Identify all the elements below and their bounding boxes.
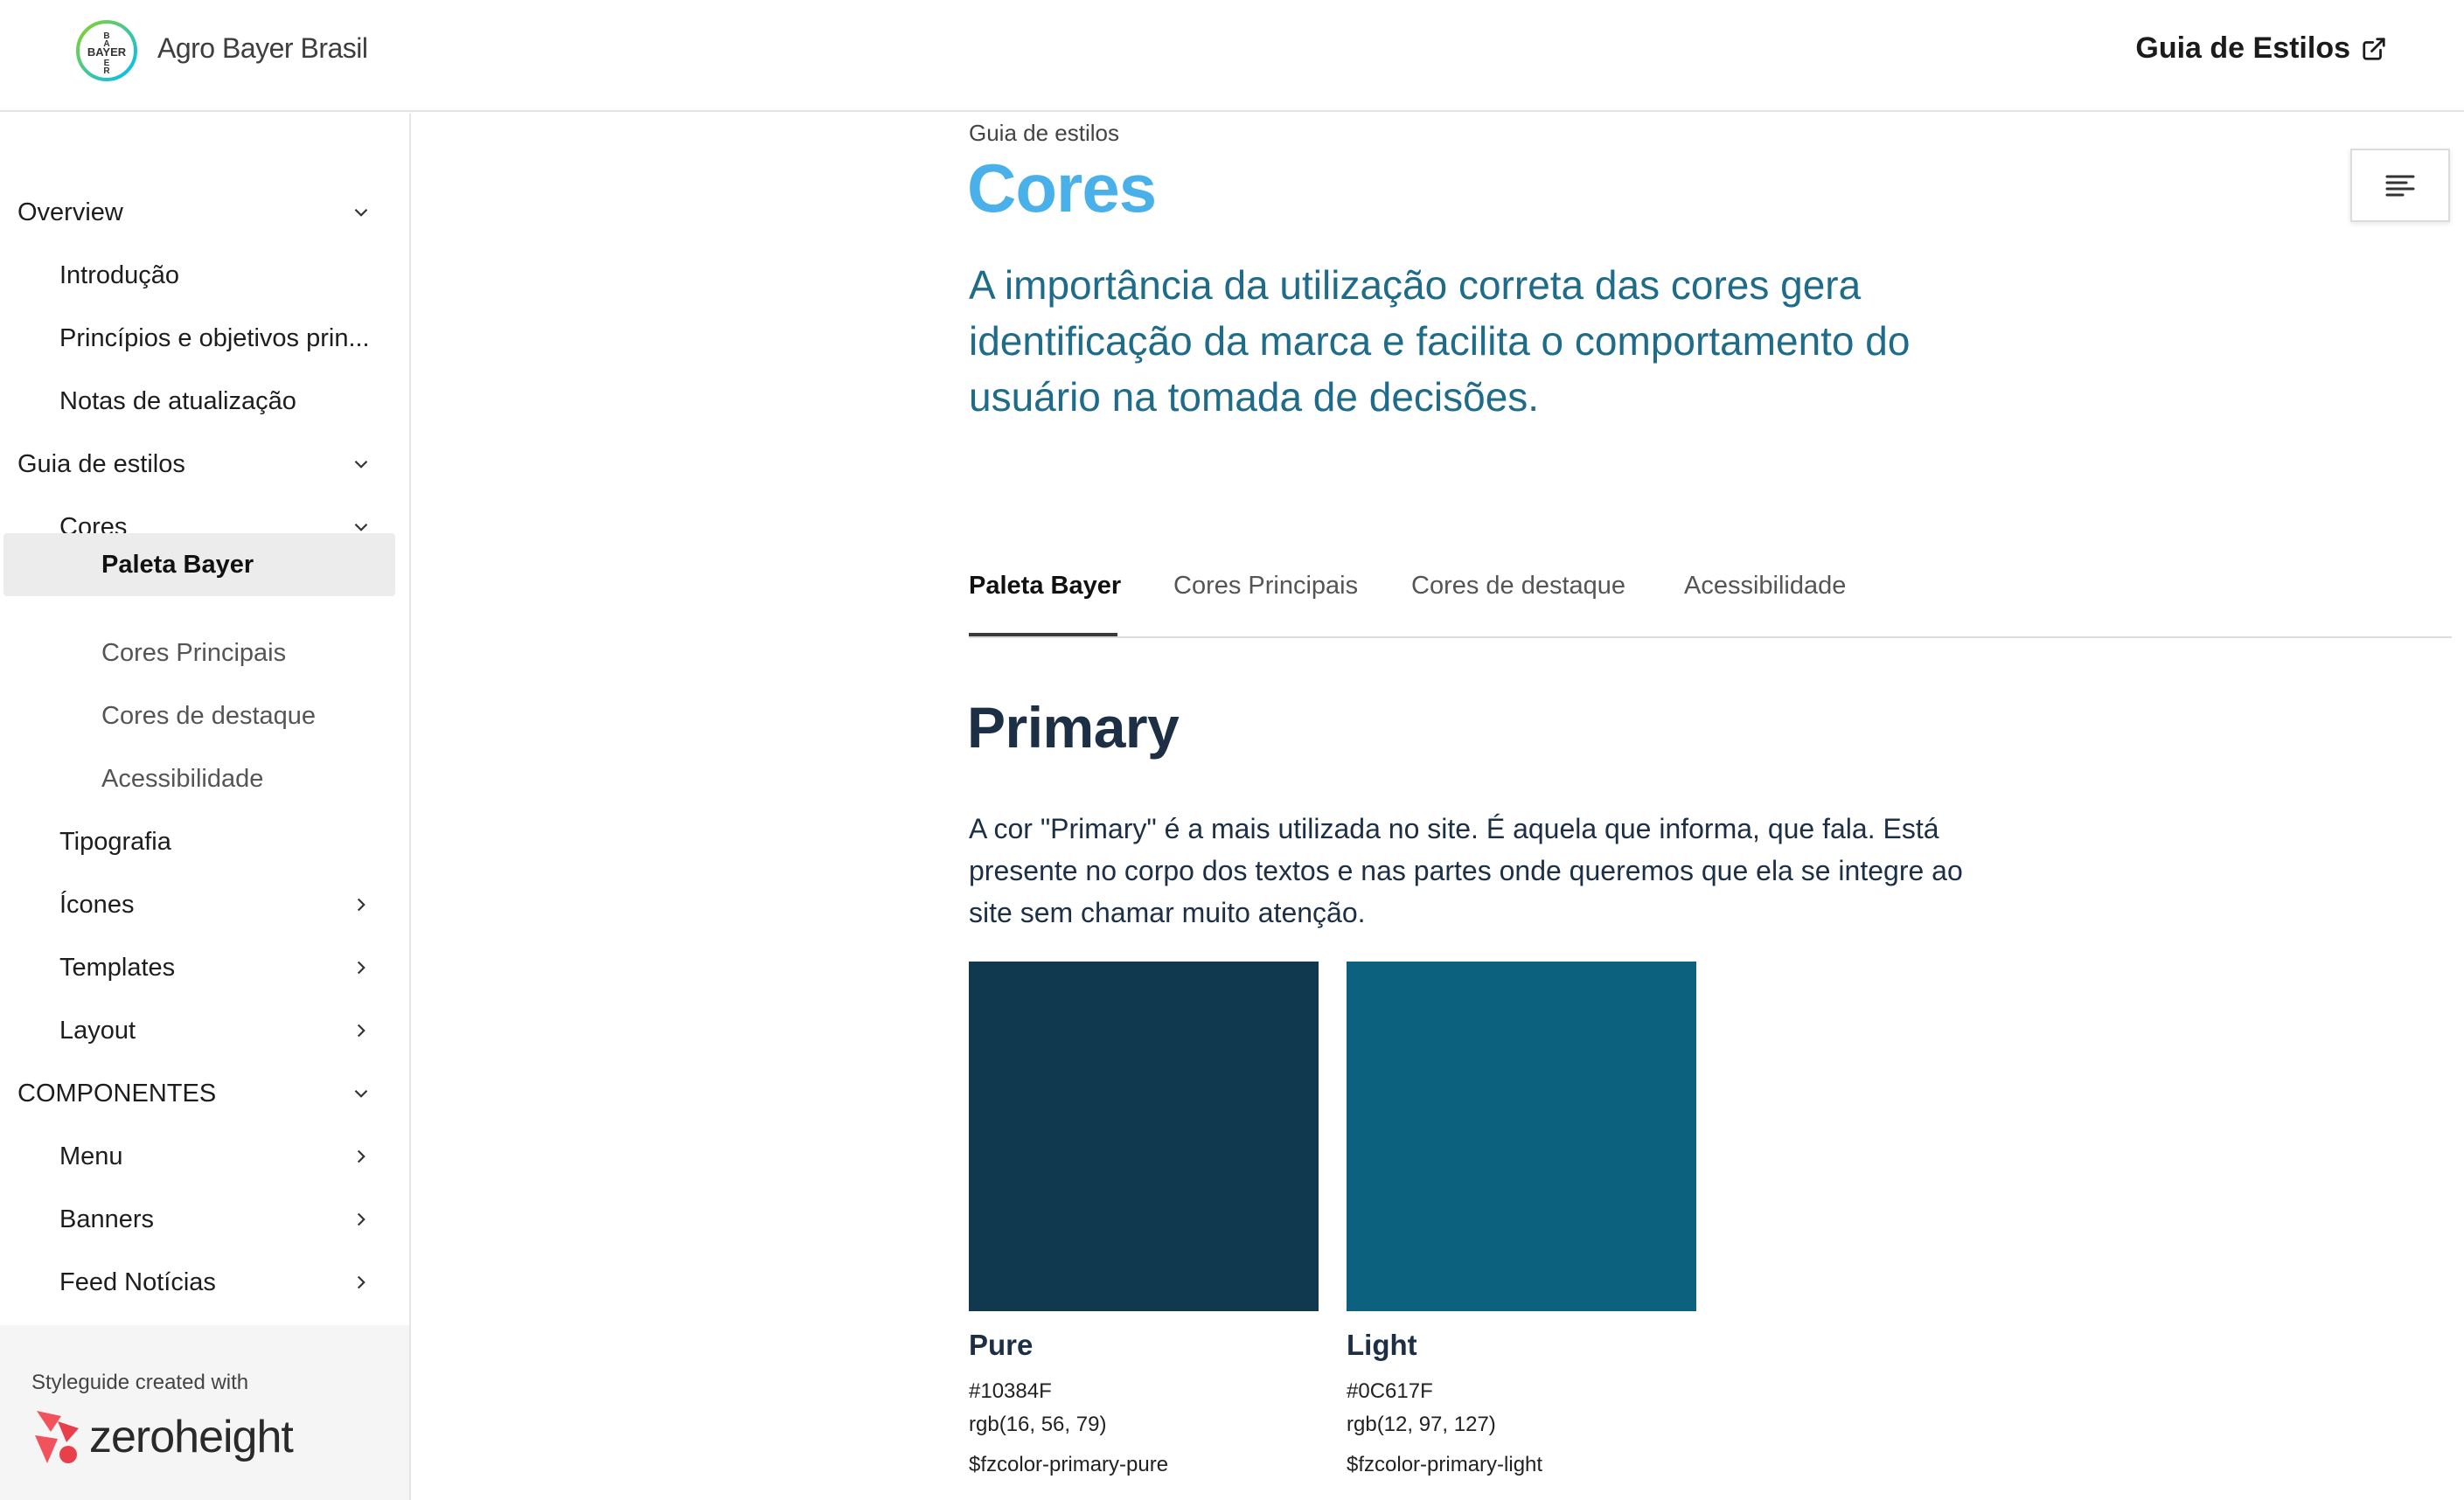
sidebar-footer: Styleguide created with zeroheight bbox=[0, 1325, 409, 1500]
sidebar-item-overview[interactable]: Overview bbox=[0, 182, 395, 243]
style-guide-link-label: Guia de Estilos bbox=[2135, 31, 2350, 65]
table-of-contents-button[interactable] bbox=[2350, 149, 2450, 222]
sidebar-item-label: Layout bbox=[59, 1016, 136, 1045]
style-guide-link[interactable]: Guia de Estilos bbox=[2135, 31, 2387, 66]
zeroheight-wordmark: zeroheight bbox=[89, 1412, 294, 1462]
sidebar-item-paleta-bayer[interactable]: Paleta Bayer bbox=[3, 533, 395, 596]
sidebar-item-cores-principais[interactable]: Cores Principais bbox=[0, 622, 395, 684]
sidebar-item-menu[interactable]: Menu bbox=[0, 1126, 395, 1187]
sidebar-item-tipografia[interactable]: Tipografia bbox=[0, 811, 395, 872]
swatch-token: $fzcolor-primary-light bbox=[1347, 1453, 1543, 1476]
table-of-contents-icon bbox=[2385, 175, 2415, 197]
breadcrumb[interactable]: Guia de estilos bbox=[969, 120, 1119, 147]
tab-cores-de-destaque[interactable]: Cores de destaque bbox=[1411, 572, 1625, 601]
sidebar-item-label: Ícones bbox=[59, 890, 135, 919]
sidebar-item-label: Guia de estilos bbox=[17, 449, 185, 478]
sidebar-item-layout[interactable]: Layout bbox=[0, 1000, 395, 1061]
tab-cores-principais[interactable]: Cores Principais bbox=[1173, 572, 1358, 601]
swatch-token: $fzcolor-primary-pure bbox=[969, 1453, 1169, 1476]
color-swatch-light: Light #0C617F rgb(12, 97, 127) $fzcolor-… bbox=[1347, 962, 1696, 1477]
swatch-name: Light bbox=[1347, 1329, 1417, 1361]
chevron-down-icon[interactable] bbox=[350, 201, 372, 224]
chevron-down-icon[interactable] bbox=[350, 453, 372, 476]
svg-text:A: A bbox=[103, 39, 109, 49]
sidebar-nav: Overview Introdução Princípios e objetiv… bbox=[0, 114, 411, 1500]
sidebar-item-introducao[interactable]: Introdução bbox=[0, 245, 395, 306]
sidebar-item-label: Cores Principais bbox=[101, 638, 287, 667]
swatch-color-box[interactable] bbox=[969, 962, 1319, 1311]
sidebar-item-feed-noticias[interactable]: Feed Notícias bbox=[0, 1252, 395, 1313]
sidebar-item-componentes[interactable]: COMPONENTES bbox=[0, 1063, 395, 1124]
swatch-color-box[interactable] bbox=[1347, 962, 1696, 1311]
sidebar-item-principios[interactable]: Princípios e objetivos prin... bbox=[0, 308, 395, 369]
sidebar-item-label: Templates bbox=[59, 953, 176, 982]
chevron-down-icon[interactable] bbox=[350, 1082, 372, 1105]
sidebar-item-label: Banners bbox=[59, 1205, 155, 1233]
sidebar-item-label: Tipografia bbox=[59, 827, 171, 856]
external-link-icon bbox=[2363, 37, 2385, 60]
sidebar-item-label: COMPONENTES bbox=[17, 1079, 217, 1108]
footer-caption: Styleguide created with bbox=[31, 1371, 249, 1394]
sidebar-item-label: Notas de atualização bbox=[59, 386, 296, 415]
color-swatch-pure: Pure #10384F rgb(16, 56, 79) $fzcolor-pr… bbox=[969, 962, 1319, 1477]
swatch-rgb: rgb(16, 56, 79) bbox=[969, 1413, 1107, 1436]
sidebar-item-banners[interactable]: Banners bbox=[0, 1189, 395, 1250]
sidebar-item-label: Cores de destaque bbox=[101, 701, 317, 730]
zeroheight-mark-icon bbox=[35, 1411, 79, 1463]
sidebar-item-label: Introdução bbox=[59, 260, 180, 289]
tab-acessibilidade[interactable]: Acessibilidade bbox=[1684, 572, 1846, 601]
page-intro: A importância da utilização correta das … bbox=[969, 262, 1911, 420]
sidebar-item-icones[interactable]: Ícones bbox=[0, 874, 395, 935]
tab-paleta-bayer[interactable]: Paleta Bayer bbox=[969, 572, 1121, 601]
sidebar-item-guia-de-estilos[interactable]: Guia de estilos bbox=[0, 434, 395, 495]
swatch-name: Pure bbox=[969, 1329, 1034, 1361]
tab-bar: Paleta Bayer Cores Principais Cores de d… bbox=[969, 563, 2452, 638]
top-header: BAYER B A E R Agro Bayer Brasil Guia de … bbox=[0, 0, 2464, 112]
section-description: A cor "Primary" é a mais utilizada no si… bbox=[969, 813, 1963, 928]
page-title: Cores bbox=[967, 149, 1157, 226]
brand-name[interactable]: Agro Bayer Brasil bbox=[157, 32, 368, 65]
sidebar-item-label: Overview bbox=[17, 198, 123, 226]
sidebar-item-label: Acessibilidade bbox=[101, 764, 264, 793]
swatch-hex: #0C617F bbox=[1347, 1379, 1433, 1403]
sidebar-item-cores-de-destaque[interactable]: Cores de destaque bbox=[0, 685, 395, 747]
sidebar-item-label: Princípios e objetivos prin... bbox=[59, 323, 370, 352]
svg-text:R: R bbox=[103, 66, 110, 76]
chevron-right-icon[interactable] bbox=[350, 1145, 372, 1168]
chevron-right-icon[interactable] bbox=[350, 1019, 372, 1042]
sidebar-item-notas[interactable]: Notas de atualização bbox=[0, 371, 395, 432]
chevron-right-icon[interactable] bbox=[350, 1271, 372, 1294]
chevron-right-icon[interactable] bbox=[350, 1208, 372, 1231]
sidebar-item-acessibilidade[interactable]: Acessibilidade bbox=[0, 748, 395, 809]
section-title: Primary bbox=[967, 695, 1180, 760]
sidebar-item-templates[interactable]: Templates bbox=[0, 937, 395, 998]
chevron-right-icon[interactable] bbox=[350, 956, 372, 979]
swatch-hex: #10384F bbox=[969, 1379, 1052, 1403]
zeroheight-logo[interactable]: zeroheight bbox=[31, 1409, 294, 1465]
sidebar-item-label: Paleta Bayer bbox=[101, 550, 254, 579]
swatch-rgb: rgb(12, 97, 127) bbox=[1347, 1413, 1496, 1436]
bayer-logo[interactable]: BAYER B A E R bbox=[75, 19, 138, 82]
sidebar-item-label: Menu bbox=[59, 1142, 123, 1170]
chevron-right-icon[interactable] bbox=[350, 893, 372, 916]
active-tab-indicator bbox=[969, 633, 1117, 636]
sidebar-item-label: Feed Notícias bbox=[59, 1267, 216, 1296]
